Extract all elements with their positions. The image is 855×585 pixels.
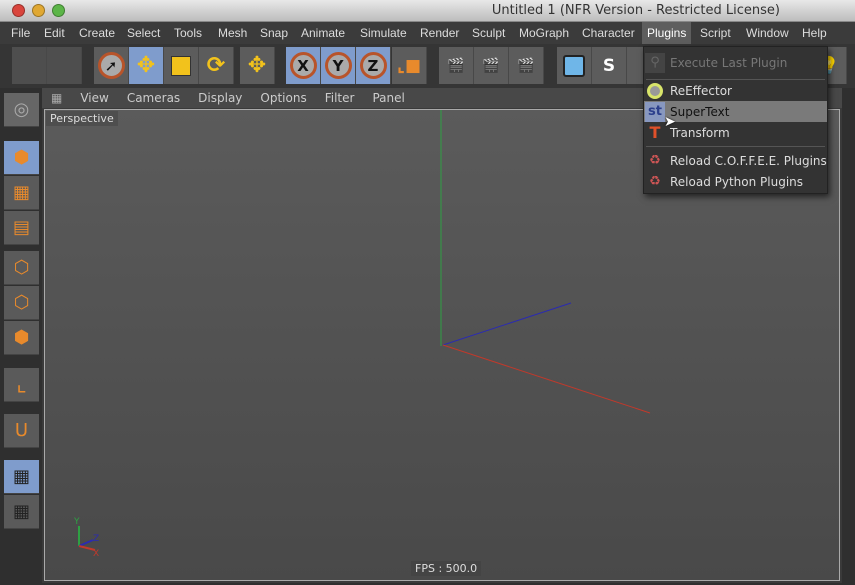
menu-render[interactable]: Render [415,22,464,44]
menu-help[interactable]: Help [797,22,832,44]
z-axis-line [442,302,572,346]
grid-rotate-icon: ▦ [12,501,30,522]
viewport-menu-display[interactable]: Display [189,91,251,105]
gizmo-y-label: Y [73,517,80,527]
x-axis-line [442,344,651,414]
menu-item-execute-last-plugin[interactable]: ⚲ Execute Last Plugin [644,52,827,73]
axis-mode-button[interactable]: ⌞ [4,368,39,402]
axis-icon: ⌞ [16,372,27,397]
redo-button[interactable] [47,47,82,84]
move-icon: ✥ [247,53,267,78]
rotate-icon: ⟳ [206,53,226,78]
texture-mode-button[interactable]: ▦ [4,176,39,210]
viewport-menu-cameras[interactable]: Cameras [118,91,189,105]
menu-select[interactable]: Select [122,22,165,44]
gizmo-x-label: X [93,549,99,559]
menu-create[interactable]: Create [74,22,120,44]
coordinate-icon: ⌞■ [396,55,422,76]
cube-icon [563,54,585,77]
menu-character[interactable]: Character [577,22,640,44]
spline-button[interactable]: S [592,47,627,84]
title-bar: Untitled 1 (NFR Version - Restricted Lic… [0,0,855,22]
reload-icon: ♻ [649,153,661,168]
window-title: Untitled 1 (NFR Version - Restricted Lic… [491,3,780,18]
move-button[interactable]: ✥ [129,47,164,84]
menu-separator [646,146,825,147]
menu-file[interactable]: File [6,22,35,44]
magnet-icon: U [14,420,29,441]
scale-icon [171,55,191,76]
clapper-icon: 🎬 [447,57,465,74]
spline-pen-icon: S [602,55,616,76]
live-selection-button[interactable]: ➚ [94,47,129,84]
reeffector-icon [645,81,665,101]
scale-button[interactable] [164,47,199,84]
menu-sculpt[interactable]: Sculpt [467,22,510,44]
render-settings-button[interactable]: 🎬 [509,47,544,84]
planar-workplane-button[interactable]: ▦ [4,495,39,529]
x-axis-button[interactable]: X [286,47,321,84]
plugin-icon: ⚲ [645,52,665,73]
workplane-button[interactable]: ▤ [4,211,39,245]
make-editable-button[interactable]: ◎ [4,93,39,127]
checker-cube-icon: ▦ [12,182,30,203]
menu-mograph[interactable]: MoGraph [514,22,574,44]
menu-window[interactable]: Window [741,22,794,44]
model-mode-button[interactable]: ⬢ [4,141,39,175]
grid-plane-icon: ▤ [12,217,30,238]
sculpt-icon: ◎ [13,99,30,120]
fps-readout: FPS : 500.0 [411,561,482,576]
polygon-cube-icon: ⬢ [13,327,30,348]
cube-button[interactable] [557,47,592,84]
edges-cube-icon: ⬡ [13,292,30,313]
clapper-gear-icon: 🎬 [517,57,535,74]
rotate-button[interactable]: ⟳ [199,47,234,84]
menu-simulate[interactable]: Simulate [355,22,412,44]
transform-icon: T [649,123,661,142]
reload-icon: ♻ [649,174,661,189]
menu-snap[interactable]: Snap [255,22,293,44]
menu-tools[interactable]: Tools [169,22,207,44]
menu-item-reload-coffee[interactable]: ♻ Reload C.O.F.F.E.E. Plugins [644,150,827,171]
cube-icon: ⬢ [13,147,30,168]
undo-button[interactable] [12,47,47,84]
move-icon: ✥ [136,53,156,78]
menu-plugins[interactable]: Plugins [642,22,692,44]
y-axis-button[interactable]: Y [321,47,356,84]
gizmo-z-label: Z [93,534,99,544]
viewport-menu-filter[interactable]: Filter [316,91,364,105]
transform-tool-button[interactable]: ✥ [240,47,275,84]
snap-button[interactable]: U [4,414,39,448]
render-view-button[interactable]: 🎬 [439,47,474,84]
clapper-icon: 🎬 [482,57,500,74]
points-mode-button[interactable]: ⬡ [4,251,39,285]
cursor-icon: ➚ [97,52,125,79]
menu-mesh[interactable]: Mesh [213,22,252,44]
workplane-lock-button[interactable]: ▦ [4,460,39,494]
gizmo-z [78,539,94,547]
render-picture-viewer-button[interactable]: 🎬 [474,47,509,84]
edges-mode-button[interactable]: ⬡ [4,286,39,320]
coordinate-system-button[interactable]: ⌞■ [392,47,427,84]
mouse-cursor: ➤ [664,114,676,130]
menu-edit[interactable]: Edit [39,22,70,44]
menu-item-reload-python[interactable]: ♻ Reload Python Plugins [644,171,827,192]
z-axis-button[interactable]: Z [356,47,391,84]
grid-lock-icon: ▦ [12,466,30,487]
menu-animate[interactable]: Animate [296,22,350,44]
viewport-grip-icon[interactable]: ▦ [42,91,71,105]
supertext-icon: st [645,101,665,122]
polygons-mode-button[interactable]: ⬢ [4,321,39,355]
viewport-menu-view[interactable]: View [71,91,117,105]
menu-script[interactable]: Script [695,22,736,44]
menu-item-reeffector[interactable]: ReEffector [644,80,827,101]
menu-bar: File Edit Create Select Tools Mesh Snap … [0,22,855,44]
points-cube-icon: ⬡ [13,257,30,278]
viewport-menu-options[interactable]: Options [251,91,315,105]
viewport-menu-panel[interactable]: Panel [363,91,413,105]
